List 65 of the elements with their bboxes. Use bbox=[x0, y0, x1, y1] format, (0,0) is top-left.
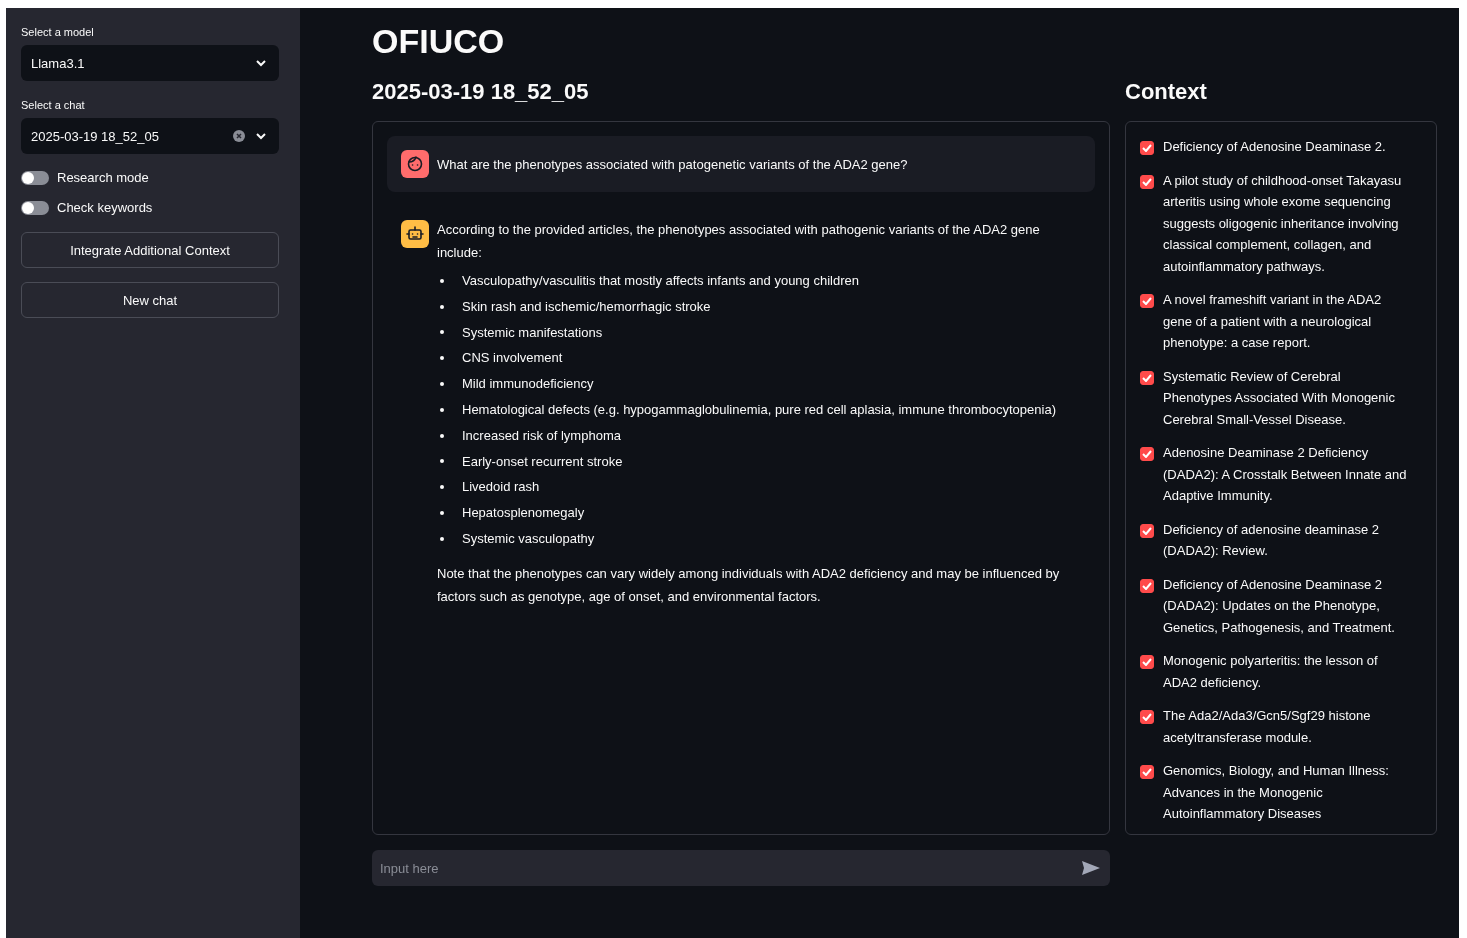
checkbox[interactable] bbox=[1140, 578, 1154, 593]
sidebar-button[interactable]: New chat bbox=[21, 282, 279, 318]
bullet-icon bbox=[440, 511, 444, 516]
list-item: Systemic manifestations bbox=[462, 323, 603, 342]
sidebar-button[interactable]: Integrate Additional Context bbox=[21, 232, 279, 268]
checkbox-label: A novel frameshift variant in the ADA2 gene of a patient with a neurological phenotype: a case report. bbox=[1163, 291, 1383, 352]
list-item: Livedoid rash bbox=[462, 478, 540, 497]
bullet-icon bbox=[440, 356, 444, 361]
select-label: Select a model bbox=[21, 26, 95, 38]
checkbox-label: Deficiency of Adenosine Deaminase 2. bbox=[1163, 138, 1386, 156]
select-label: Select a chat bbox=[21, 99, 86, 111]
chat-title: 2025-03-19 18_52_05 bbox=[372, 79, 590, 106]
message-text: Note that the phenotypes can vary widely among individuals with ADA2 deficiency and may be influenced by factors such as genotype, age of onset, and environmental factors. bbox=[437, 564, 1061, 606]
bullet-icon bbox=[440, 304, 444, 309]
checkbox-label: Genomics, Biology, and Human Illness: Advances in the Monogenic Autoinflammatory Diseases bbox=[1163, 762, 1390, 823]
list-item: CNS involvement bbox=[462, 349, 563, 368]
chevron-down-icon bbox=[255, 59, 267, 67]
bullet-icon bbox=[440, 382, 444, 387]
checkbox-label: Adenosine Deaminase 2 Deficiency (DADA2): A Crosstalk Between Innate and Adaptive Immunity. bbox=[1163, 444, 1408, 505]
checkbox[interactable] bbox=[1140, 174, 1154, 189]
checkbox-label: A pilot study of childhood-onset Takayasu arteritis using whole exome sequencing suggests oligogenic inheritance involving classical complement, collagen, and autoinflammatory pathways. bbox=[1163, 171, 1403, 276]
context-title: Context bbox=[1125, 79, 1208, 106]
checkbox[interactable] bbox=[1140, 447, 1154, 461]
bullet-icon bbox=[440, 536, 444, 541]
robot-avatar-icon bbox=[401, 220, 429, 248]
message-text: According to the provided articles, the phenotypes associated with pathogenic variants of the ADA2 gene include: bbox=[437, 221, 1041, 262]
bullet-icon bbox=[440, 433, 444, 438]
bullet-icon bbox=[440, 459, 444, 464]
list-item: Skin rash and ischemic/hemorrhagic stroke bbox=[462, 297, 711, 316]
checkbox[interactable] bbox=[1140, 294, 1154, 308]
toggle-label: Check keywords bbox=[57, 200, 153, 215]
list-item: Increased risk of lymphoma bbox=[462, 426, 621, 445]
list-item: Mild immunodeficiency bbox=[462, 375, 594, 394]
chat-input[interactable]: Input here bbox=[372, 850, 1110, 886]
checkbox[interactable] bbox=[1140, 765, 1154, 779]
clear-icon[interactable] bbox=[233, 130, 245, 142]
checkbox-label: Deficiency of adenosine deaminase 2 (DADA2): Review. bbox=[1163, 520, 1381, 560]
app-title: OFIUCO bbox=[372, 22, 506, 61]
chat-dropdown[interactable]: 2025-03-19 18_52_05 bbox=[21, 118, 279, 154]
checkbox[interactable] bbox=[1140, 370, 1154, 385]
checkbox-label: Systematic Review of Cerebral Phenotypes Associated With Monogenic Cerebral Small-Vessel Disease. bbox=[1163, 367, 1396, 429]
checkbox[interactable] bbox=[1140, 523, 1154, 538]
toggle-switch[interactable] bbox=[21, 200, 49, 215]
checkbox-label: Monogenic polyarteritis: the lesson of ADA2 deficiency. bbox=[1163, 652, 1379, 692]
toggle-label: Research mode bbox=[57, 170, 149, 185]
list-item: Hepatosplenomegaly bbox=[462, 504, 585, 523]
user-avatar-icon bbox=[401, 150, 429, 178]
checkbox-label: The Ada2/Ada3/Gcn5/Sgf29 histone acetyltransferase module. bbox=[1163, 707, 1372, 747]
checkbox-label: Deficiency of Adenosine Deaminase 2 (DADA2): Updates on the Phenotype, Genetics, Pathogenesis, and Treatment. bbox=[1163, 575, 1396, 637]
list-item: Systemic vasculopathy bbox=[462, 529, 595, 548]
list-item: Early-onset recurrent stroke bbox=[462, 452, 623, 471]
send-icon[interactable] bbox=[1082, 861, 1100, 875]
chevron-down-icon bbox=[255, 132, 267, 140]
bullet-icon bbox=[440, 485, 444, 490]
list-item: Hematological defects (e.g. hypogammaglobulinemia, pure red cell aplasia, immune thrombocytopenia) bbox=[462, 401, 1056, 419]
bullet-icon bbox=[440, 278, 444, 283]
checkbox[interactable] bbox=[1140, 655, 1154, 669]
list-item: Vasculopathy/vasculitis that mostly affects infants and young children bbox=[462, 272, 859, 290]
checkbox[interactable] bbox=[1140, 141, 1154, 155]
model-dropdown[interactable]: Llama3.1 bbox=[21, 45, 279, 81]
toggle-switch[interactable] bbox=[21, 170, 49, 185]
bullet-icon bbox=[440, 407, 444, 412]
bullet-icon bbox=[440, 330, 444, 335]
checkbox[interactable] bbox=[1140, 710, 1154, 724]
message-text: What are the phenotypes associated with patogenetic variants of the ADA2 gene? bbox=[437, 155, 908, 174]
